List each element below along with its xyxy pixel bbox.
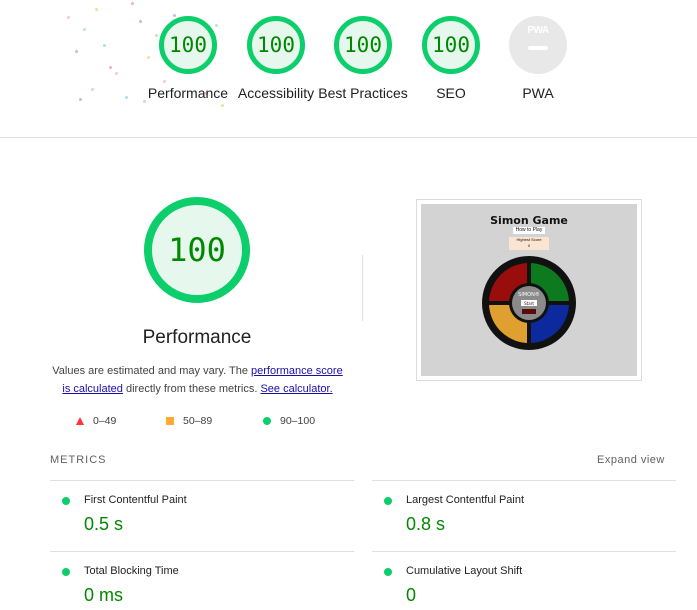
- gauge-label: Accessibility: [237, 85, 315, 101]
- legend-range: 0–49: [93, 415, 117, 427]
- simon-board-image: SIMON® Start: [482, 256, 576, 350]
- metrics-header: METRICS: [50, 454, 107, 466]
- seo-score-gauge: 100: [422, 16, 480, 74]
- metric-label: Total Blocking Time: [84, 565, 179, 577]
- metric-largest-contentful-paint: Largest Contentful Paint 0.8 s: [372, 480, 676, 550]
- scores-summary-bar: 100 Performance 100 Accessibility 100 Be…: [0, 0, 697, 138]
- gauge-label: Best Practices: [318, 85, 408, 101]
- performance-title: Performance: [142, 327, 252, 348]
- pwa-badge-icon: PWA: [509, 16, 567, 74]
- metric-label: Cumulative Layout Shift: [406, 565, 523, 577]
- average-square-icon: [166, 417, 174, 425]
- performance-description: Values are estimated and may vary. The p…: [50, 362, 345, 398]
- accessibility-score-gauge: 100: [247, 16, 305, 74]
- legend-pass: 90–100: [263, 414, 315, 428]
- pwa-badge-text: PWA: [527, 25, 549, 36]
- simon-center-label: SIMON®: [518, 291, 540, 298]
- screenshot-image: Simon Game How to Play Highest Score 0 S…: [421, 204, 637, 376]
- metric-label: Largest Contentful Paint: [406, 494, 525, 506]
- vertical-divider: [362, 255, 363, 321]
- gauge-label: SEO: [436, 85, 466, 101]
- pwa-dash-icon: [528, 46, 548, 50]
- legend-average: 50–89: [166, 414, 212, 428]
- gauge-accessibility[interactable]: 100 Accessibility: [228, 16, 324, 102]
- legend-range: 50–89: [183, 415, 213, 427]
- best-practices-score-gauge: 100: [334, 16, 392, 74]
- final-screenshot-thumbnail[interactable]: Simon Game How to Play Highest Score 0 S…: [416, 199, 642, 381]
- pass-circle-icon: [263, 417, 271, 425]
- metric-value: 0: [406, 585, 417, 605]
- metric-total-blocking-time: Total Blocking Time 0 ms: [50, 551, 354, 610]
- simon-start-label: Start: [524, 301, 534, 306]
- expand-view-toggle[interactable]: Expand view: [597, 454, 665, 466]
- legend-range: 90–100: [280, 415, 316, 427]
- gauge-pwa[interactable]: PWA PWA: [490, 16, 586, 102]
- description-text: Values are estimated and may vary. The: [52, 365, 251, 377]
- metric-value: 0 ms: [84, 585, 124, 605]
- screenshot-page-title: Simon Game: [490, 214, 568, 227]
- gauge-label: PWA: [522, 85, 554, 101]
- pass-circle-icon: [62, 497, 70, 505]
- gauge-seo[interactable]: 100 SEO: [403, 16, 499, 102]
- see-calculator-link[interactable]: See calculator.: [260, 383, 332, 395]
- screenshot-how-to-button: How to Play: [513, 227, 545, 234]
- performance-big-gauge: 100: [144, 197, 250, 303]
- fail-triangle-icon: [76, 417, 84, 425]
- gauge-best-practices[interactable]: 100 Best Practices: [315, 16, 411, 102]
- metric-cumulative-layout-shift: Cumulative Layout Shift 0: [372, 551, 676, 610]
- pass-circle-icon: [384, 497, 392, 505]
- screenshot-score-box: Highest Score 0: [509, 237, 549, 250]
- pass-circle-icon: [384, 568, 392, 576]
- performance-score-gauge: 100: [159, 16, 217, 74]
- metric-label: First Contentful Paint: [84, 494, 187, 506]
- metric-value: 0.8 s: [406, 514, 446, 534]
- gauge-label: Performance: [147, 85, 229, 101]
- screenshot-score-value: 0: [527, 243, 531, 248]
- legend-fail: 0–49: [76, 414, 116, 428]
- metric-first-contentful-paint: First Contentful Paint 0.5 s: [50, 480, 354, 550]
- pass-circle-icon: [62, 568, 70, 576]
- gauge-performance[interactable]: 100 Performance: [140, 16, 236, 102]
- description-text: directly from these metrics.: [122, 383, 261, 395]
- metric-value: 0.5 s: [84, 514, 124, 534]
